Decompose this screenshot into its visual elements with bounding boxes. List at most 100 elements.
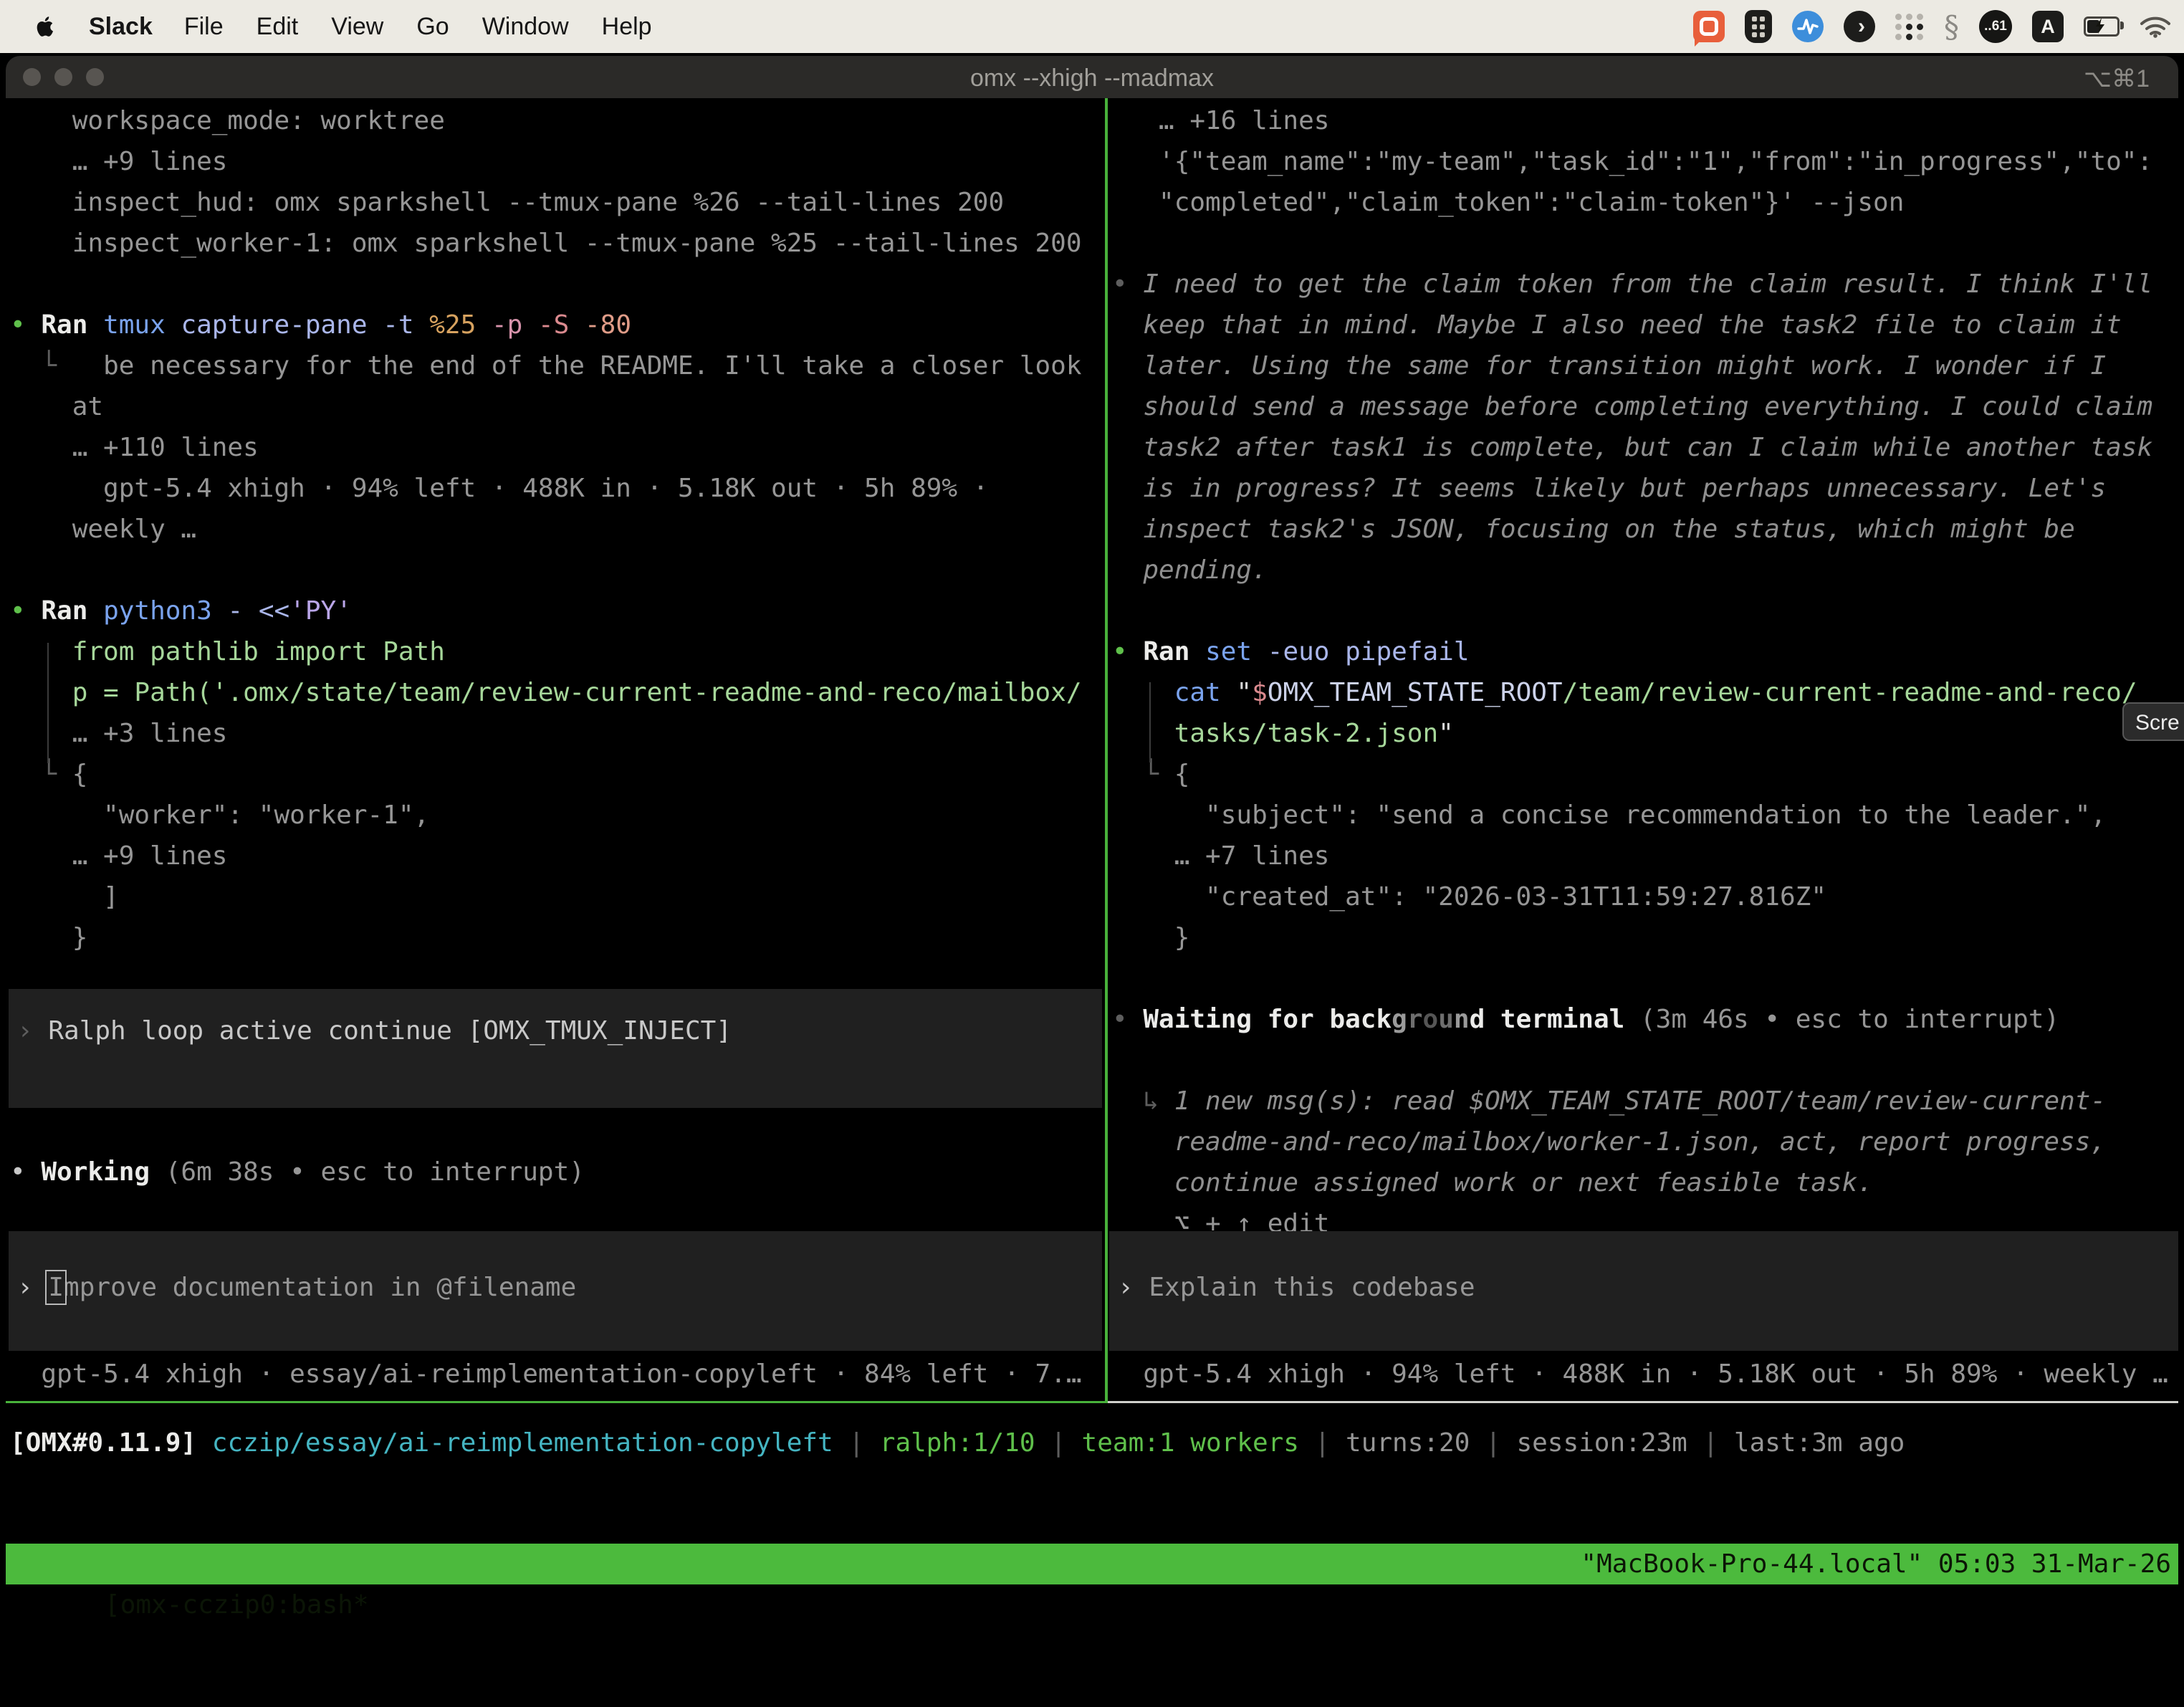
text-segment: } [10,923,87,952]
text-segment: I need to get the claim token from the c… [1143,269,2152,299]
count-badge-icon[interactable]: ..61 [1979,10,2012,43]
shield-grid-icon[interactable] [1745,10,1772,43]
text-segment [196,1428,212,1458]
text-segment: d terminal [1470,1005,1640,1034]
terminal-row: • I need to get the claim token from the… [1112,264,2178,305]
menu-item-help[interactable]: Help [602,13,652,41]
text-segment: 'PY' [289,596,352,626]
text-segment: cat [1174,678,1237,707]
text-segment: is in progress? It seems likely but perh… [1112,474,2106,503]
text-segment: readme-and-reco/mailbox/worker-1.json, a… [1112,1127,2106,1157]
text-segment: %25 [429,310,492,340]
terminal-row: └ { [1112,754,2178,795]
text-segment: … +3 lines [10,719,227,748]
text-segment: … +16 lines [1112,106,1329,135]
window-title: omx --xhigh --madmax [6,64,2178,92]
menu-item-window[interactable]: Window [482,13,569,41]
terminal-row: "created_at": "2026-03-31T11:59:27.816Z" [1112,876,2178,917]
text-segment: Explain this codebase [1149,1273,1475,1302]
text-segment: '{"team_name":"my-team","task_id":"1","f… [1112,147,2152,176]
text-segment: r [1407,1005,1423,1034]
text-segment: << [259,596,289,626]
terminal-row: … +9 lines [10,141,1105,182]
menu-item-go[interactable]: Go [416,13,449,41]
left-prompt-input[interactable]: › Improve documentation in @filename [9,1231,1102,1351]
pane-border-right [1108,1401,2178,1403]
text-segment: 1 new msg(s): read $OMX_TEAM_STATE_ROOT/… [1174,1086,2106,1116]
grid-dots-icon[interactable] [1895,14,1924,40]
text-segment: … +9 lines [10,147,227,176]
text-segment: capture-pane [181,310,383,340]
right-prompt-input[interactable]: › Explain this codebase [1109,1231,2178,1351]
text-segment: … +7 lines [1112,841,1329,871]
text-segment: • [1112,637,1143,666]
left-pane-status: gpt-5.4 xhigh · essay/ai-reimplementatio… [10,1354,1082,1395]
squiggle-icon[interactable]: § [1944,9,1959,44]
text-segment: Waiting for back [1143,1005,1392,1034]
text-segment: ] [10,882,119,912]
terminal-row: "completed","claim_token":"claim-token"}… [1112,182,2178,223]
text-segment: • [10,1157,41,1187]
text-segment: • [10,596,41,626]
text-segment: g [1392,1005,1407,1034]
terminal-row: … +9 lines [10,836,1105,876]
terminal-content: workspace_mode: worktree … +9 lines insp… [6,98,2178,1600]
text-segment: └ [41,351,57,381]
screen-tooltip: Scre [2122,702,2184,741]
terminal-row: at [10,386,1105,427]
text-segment: › [17,1273,48,1302]
text-segment: o [1423,1005,1439,1034]
terminal-row: keep that in mind. Maybe I also need the… [1112,305,2178,345]
text-segment: └ [41,760,72,789]
text-segment: … +9 lines [10,841,227,871]
menu-item-file[interactable]: File [184,13,224,41]
text-segment: pending. [1112,555,1268,585]
text-segment: • [1112,1005,1143,1034]
text-segment: Ran [41,596,103,626]
text-segment: "worker": "worker-1", [10,800,429,830]
text-segment [1112,719,1174,748]
window-shortcut-hint: ⌥⌘1 [2084,64,2150,93]
activity-badge-icon[interactable] [1792,11,1824,42]
keyboard-layout-icon[interactable]: A [2032,11,2064,42]
crescent-menu-icon[interactable]: › [1844,11,1875,42]
working-status: • Working (6m 38s • esc to interrupt) [10,1152,585,1192]
text-segment: tmux [103,310,181,340]
text-segment: (6m 38s • esc to interrupt) [166,1157,585,1187]
terminal-row: inspect_hud: omx sparkshell --tmux-pane … [10,182,1105,223]
terminal-row: "subject": "send a concise recommendatio… [1112,795,2178,836]
text-segment: … +110 lines [10,433,259,462]
terminal-row: continue assigned work or next feasible … [1112,1162,2178,1203]
text-segment: -t [383,310,429,340]
terminal-row [10,550,1105,590]
terminal-row: pending. [1112,550,2178,590]
text-segment [10,351,41,381]
text-segment: ↳ [1112,1086,1174,1116]
text-segment [1112,760,1143,789]
menu-items: File Edit View Go Window Help [184,13,652,41]
text-segment: OMX_TEAM_STATE_ROOT [1268,678,1563,707]
text-segment: inspect_hud: omx sparkshell --tmux-pane … [10,188,1004,217]
slack-notification-icon[interactable] [1693,11,1725,42]
battery-icon[interactable] [2084,16,2120,37]
wifi-icon[interactable] [2140,15,2171,38]
app-menu-slack[interactable]: Slack [89,13,153,41]
text-segment: $ [1252,678,1268,707]
text-segment: "completed","claim_token":"claim-token"}… [1112,188,1904,217]
text-segment: gpt-5.4 xhigh · 94% left · 488K in · 5.1… [1112,1359,2168,1389]
terminal-row: … +110 lines [10,427,1105,468]
tmux-status-bar: [omx-cczip0:bash* "MacBook-Pro-44.local"… [6,1544,2178,1584]
apple-menu-icon[interactable] [33,12,57,41]
terminal-row: readme-and-reco/mailbox/worker-1.json, a… [1112,1122,2178,1162]
menu-item-view[interactable]: View [331,13,383,41]
text-segment: { [1174,760,1190,789]
terminal-row: … +3 lines [10,713,1105,754]
terminal-row: "worker": "worker-1", [10,795,1105,836]
menu-item-edit[interactable]: Edit [257,13,299,41]
text-segment: workspace_mode: worktree [10,106,445,135]
pane-divider [1105,98,1108,1401]
tmux-host-clock: "MacBook-Pro-44.local" 05:03 31-Mar-26 [1581,1544,2171,1584]
terminal-row [1112,223,2178,264]
text-segment: › [1118,1273,1149,1302]
terminal-row: weekly … [10,509,1105,550]
